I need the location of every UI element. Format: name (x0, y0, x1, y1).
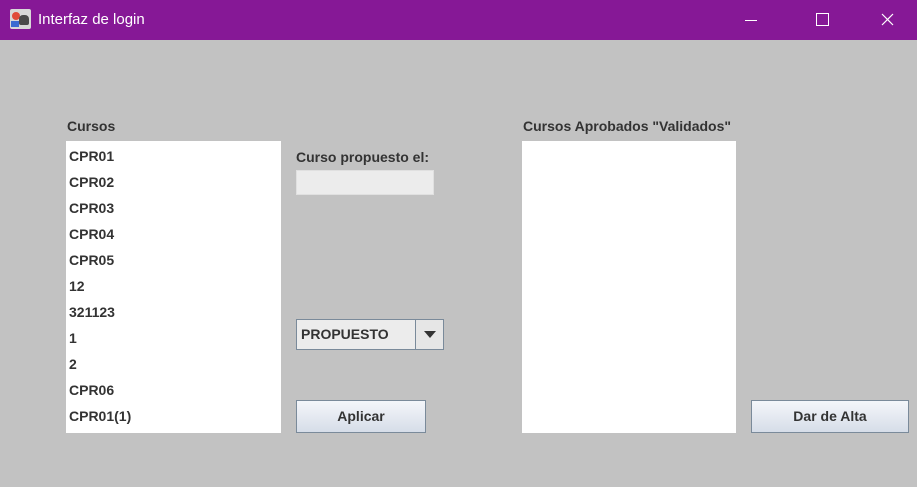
minimize-button[interactable] (728, 0, 774, 40)
aplicar-button[interactable]: Aplicar (296, 400, 426, 433)
cursos-list[interactable]: CPR01 CPR02 CPR03 CPR04 CPR05 12 321123 … (66, 141, 281, 433)
list-item[interactable]: 12 (69, 278, 85, 294)
list-item[interactable]: CPR02 (69, 174, 114, 190)
list-item[interactable]: 1 (69, 330, 77, 346)
list-item[interactable]: CPR04 (69, 226, 114, 242)
list-item[interactable]: 321123 (69, 304, 115, 320)
title-bar: Interfaz de login (0, 0, 917, 40)
cursos-label: Cursos (67, 118, 116, 134)
dar-de-alta-button[interactable]: Dar de Alta (751, 400, 909, 433)
list-item[interactable]: CPR01(1) (69, 408, 131, 424)
chevron-down-icon (424, 331, 436, 338)
close-icon (881, 13, 894, 26)
minimize-icon (745, 20, 757, 21)
window-title: Interfaz de login (38, 11, 145, 28)
cursos-aprobados-label: Cursos Aprobados "Validados" (523, 118, 732, 134)
estado-combo[interactable]: PROPUESTO (296, 319, 444, 350)
combo-arrow-button[interactable] (415, 320, 443, 349)
list-item[interactable]: CPR03 (69, 200, 114, 216)
curso-propuesto-label: Curso propuesto el: (296, 149, 430, 165)
maximize-icon (816, 13, 829, 26)
combo-selected-value: PROPUESTO (301, 326, 389, 342)
list-item[interactable]: CPR05 (69, 252, 114, 268)
maximize-button[interactable] (799, 0, 845, 40)
list-item[interactable]: CPR01 (69, 148, 114, 164)
close-button[interactable] (864, 0, 910, 40)
curso-propuesto-field[interactable] (296, 170, 434, 195)
cursos-aprobados-list[interactable] (522, 141, 736, 433)
list-item[interactable]: 2 (69, 356, 77, 372)
list-item[interactable]: CPR06 (69, 382, 114, 398)
app-icon (10, 9, 31, 29)
